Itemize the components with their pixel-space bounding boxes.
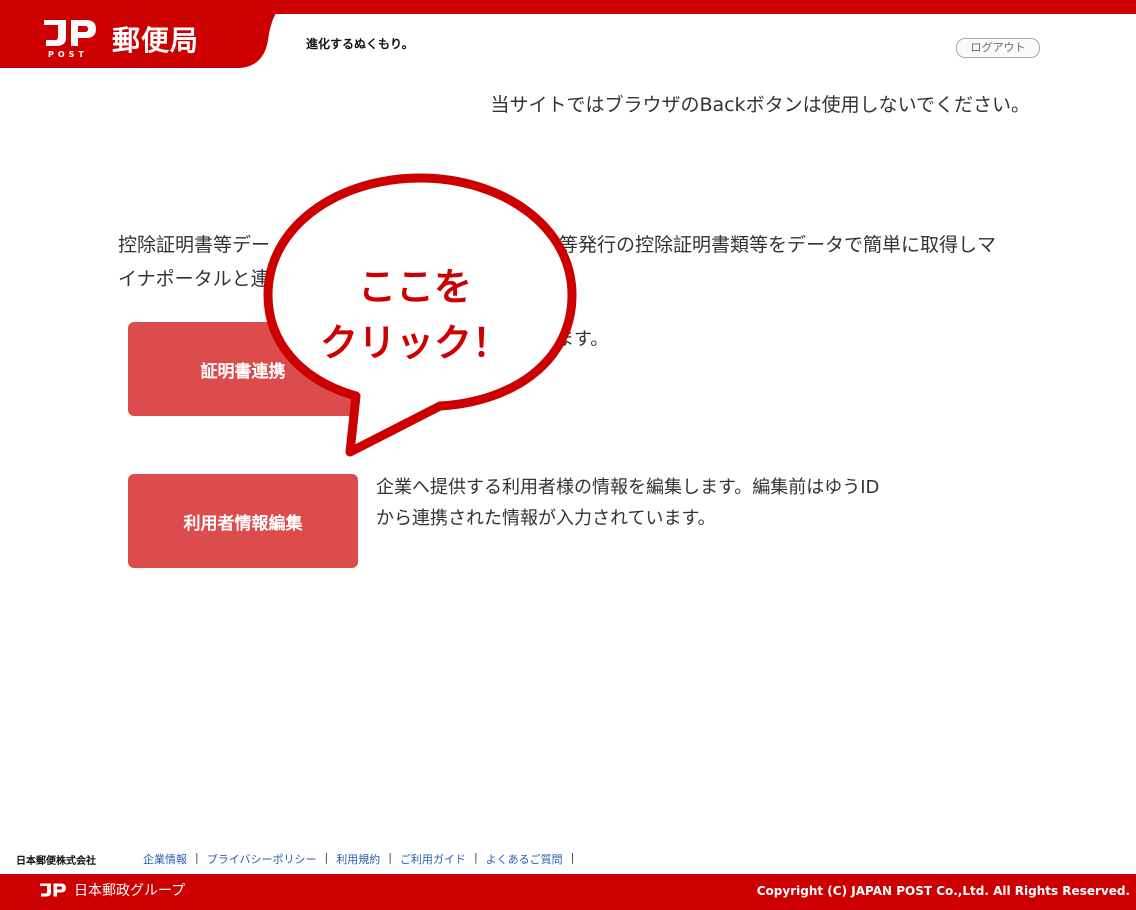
back-button-notice: 当サイトではブラウザのBackボタンは使用しないでください。 [490, 94, 1030, 116]
footer-separator: | [570, 851, 575, 864]
footer-link-terms[interactable]: 利用規約 [336, 851, 380, 867]
slogan: 進化するぬくもり。 [306, 37, 414, 51]
copyright: Copyright (C) JAPAN POST Co.,Ltd. All Ri… [756, 884, 1130, 898]
footer-link-company-info[interactable]: 企業情報 [143, 851, 187, 867]
user-info-edit-description: 企業へ提供する利用者様の情報を編集します。編集前はゆうIDから連携された情報が入… [376, 477, 880, 529]
japan-post-group-logo[interactable]: 日本郵政グループ [40, 880, 185, 900]
intro-line-1b: 関等発行の控除証明書類等をデータで簡単に取得しマ [540, 234, 997, 256]
footer-separator: | [473, 851, 478, 864]
footer-link-privacy[interactable]: プライバシーポリシー [207, 851, 317, 867]
footer-link-faq[interactable]: よくあるご質問 [486, 851, 563, 867]
callout-line-2: クリック！ [319, 321, 510, 365]
footer-company-name: 日本郵便株式会社 [16, 856, 96, 867]
jp-group-logo-icon [40, 883, 66, 897]
footer-links: 企業情報 | プライバシーポリシー | 利用規約 | ご利用ガイド | よくあるご質問 | [143, 851, 582, 867]
user-info-edit-button[interactable]: 利用者情報編集 [128, 474, 358, 568]
footer-separator: | [324, 851, 329, 864]
logo-title: 郵便局 [112, 24, 200, 57]
logout-button[interactable]: ログアウト [956, 38, 1040, 58]
user-info-edit-label: 利用者情報編集 [183, 513, 303, 534]
jp-logo-icon [44, 20, 96, 46]
callout-line-1: ここを [357, 265, 472, 309]
logo-post-text: POST [48, 50, 88, 59]
footer-separator: | [195, 851, 199, 864]
footer-link-guide[interactable]: ご利用ガイド [400, 851, 466, 867]
intro-line-2: イナポータルと連 [118, 268, 270, 290]
group-logo-text: 日本郵政グループ [74, 883, 186, 899]
footer-separator: | [388, 851, 392, 864]
intro-line-1a: 控除証明書等デー [118, 234, 271, 256]
